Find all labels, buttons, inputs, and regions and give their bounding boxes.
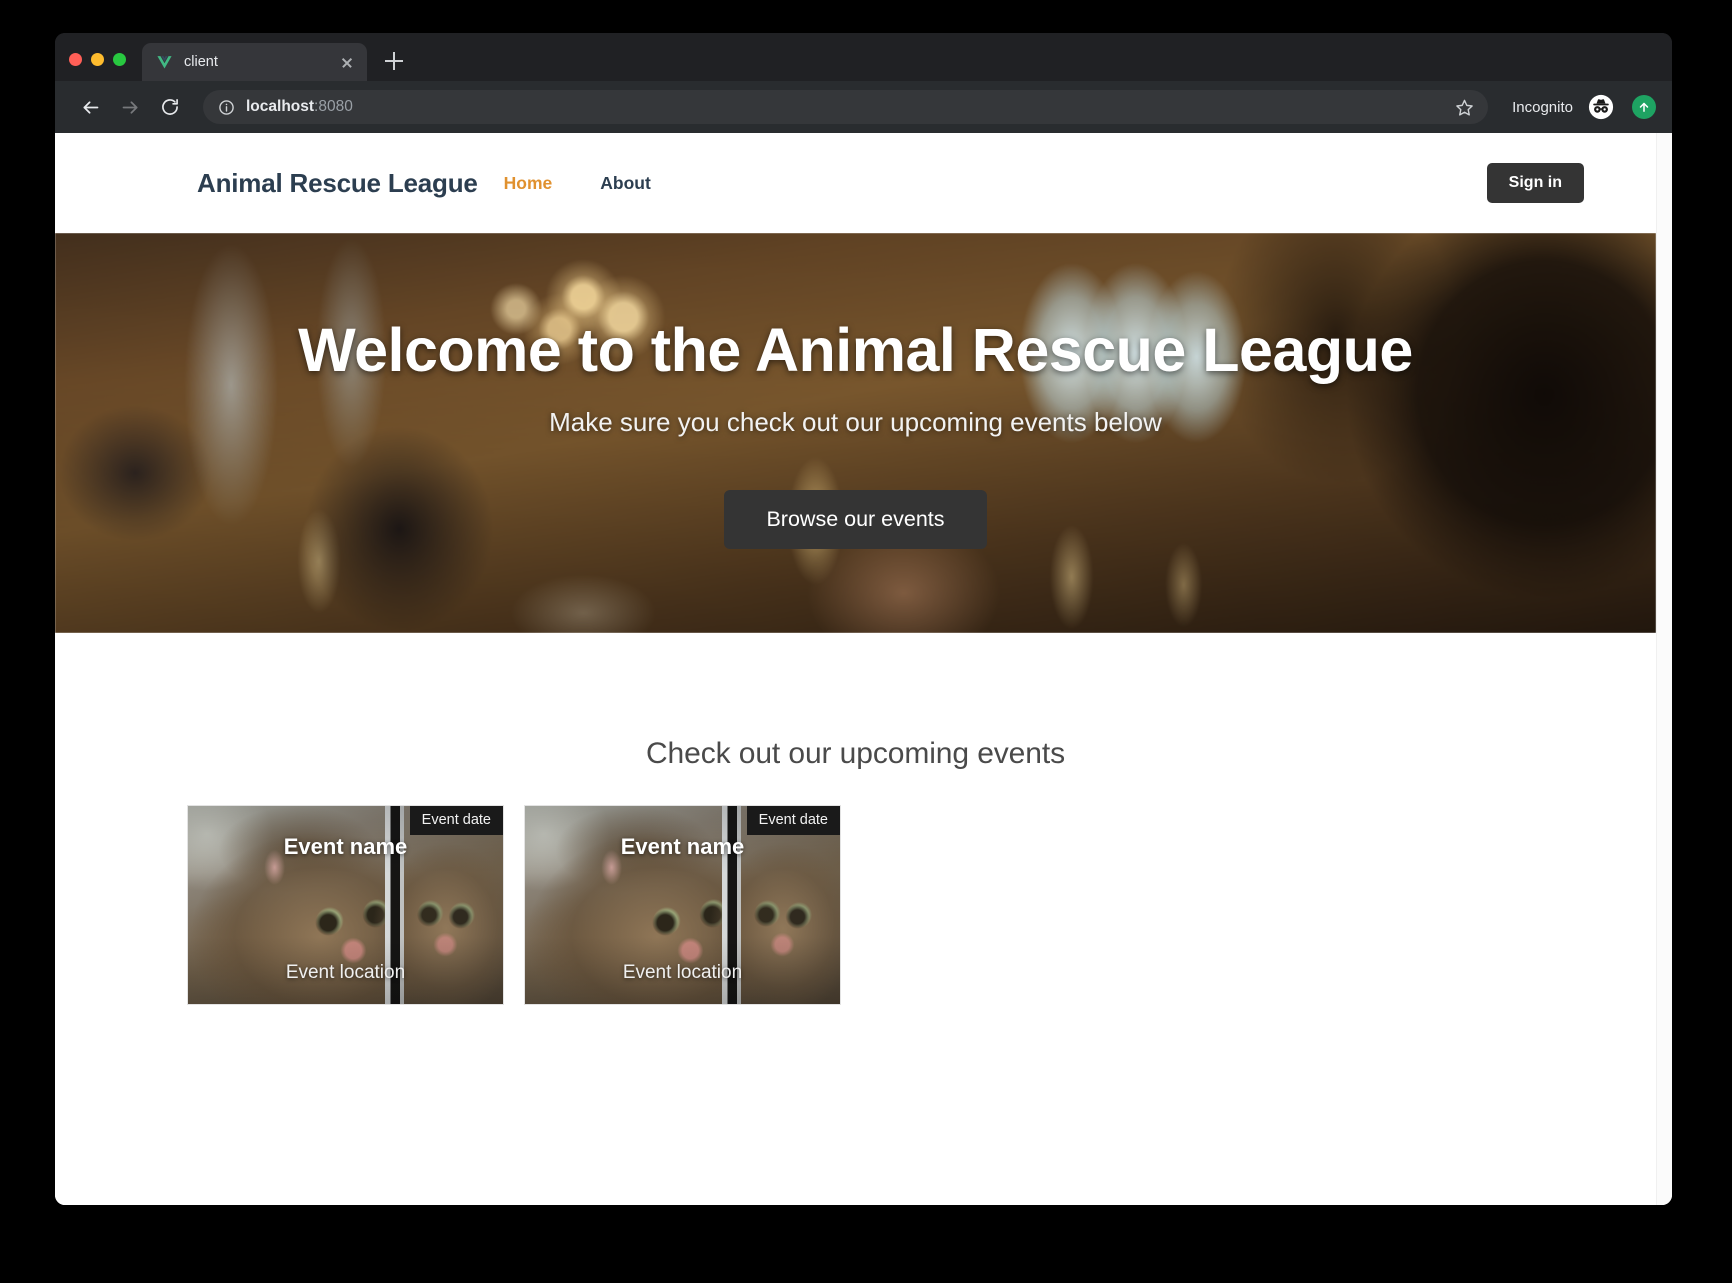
close-window-button[interactable] [69, 53, 82, 66]
events-heading: Check out our upcoming events [645, 737, 1065, 770]
event-date-badge: Event date [409, 806, 503, 835]
browse-events-button[interactable]: Browse our events [724, 490, 987, 549]
incognito-label: Incognito [1512, 98, 1573, 116]
hero-subtitle: Make sure you check out our upcoming eve… [549, 407, 1162, 437]
reload-icon[interactable] [153, 90, 187, 124]
browser-tab-client[interactable]: client [142, 43, 367, 81]
vue-logo-icon [157, 55, 172, 69]
back-arrow-icon[interactable] [73, 90, 107, 124]
event-card[interactable]: Event date Event name Event location [187, 805, 504, 1005]
forward-arrow-icon[interactable] [113, 90, 147, 124]
page-scrollbar[interactable] [1656, 133, 1672, 1205]
nav-link-about[interactable]: About [600, 173, 651, 194]
browser-window: client localhost:8080 Incognito Animal R… [55, 33, 1672, 1205]
minimize-window-button[interactable] [91, 53, 104, 66]
address-bar-url: localhost:8080 [246, 98, 353, 116]
bookmark-star-icon[interactable] [1455, 98, 1474, 117]
incognito-hat-icon[interactable] [1588, 94, 1614, 120]
address-bar[interactable]: localhost:8080 [203, 90, 1489, 124]
event-location: Event location [285, 962, 406, 983]
profile-avatar-icon[interactable] [1632, 95, 1656, 119]
browser-tab-title: client [184, 54, 218, 70]
url-port: :8080 [314, 98, 353, 115]
event-name: Event name [620, 834, 745, 859]
url-host: localhost [246, 98, 315, 115]
browser-tab-strip: client [55, 33, 1672, 81]
site-header: Animal Rescue League Home About Sign in [55, 133, 1656, 233]
event-date-badge: Event date [746, 806, 840, 835]
hero-title: Welcome to the Animal Rescue League [298, 316, 1413, 384]
info-circle-icon[interactable] [218, 99, 235, 116]
maximize-window-button[interactable] [113, 53, 126, 66]
event-card-grid: Event date Event name Event location Eve… [55, 805, 1656, 1005]
event-location: Event location [622, 962, 743, 983]
browser-viewport: Animal Rescue League Home About Sign in … [55, 133, 1672, 1205]
events-section: Check out our upcoming events Event date… [55, 633, 1656, 1005]
browser-toolbar: localhost:8080 Incognito [55, 81, 1672, 133]
hero-section: Welcome to the Animal Rescue League Make… [55, 233, 1656, 633]
window-traffic-lights [69, 53, 142, 81]
web-page: Animal Rescue League Home About Sign in … [55, 133, 1656, 1205]
nav-link-home[interactable]: Home [504, 173, 553, 194]
plus-icon[interactable] [377, 44, 411, 78]
close-icon[interactable] [337, 52, 357, 72]
site-brand[interactable]: Animal Rescue League [197, 168, 478, 199]
event-name: Event name [283, 834, 408, 859]
event-card[interactable]: Event date Event name Event location [524, 805, 841, 1005]
sign-in-button[interactable]: Sign in [1486, 163, 1584, 203]
site-nav: Home About [504, 173, 651, 194]
